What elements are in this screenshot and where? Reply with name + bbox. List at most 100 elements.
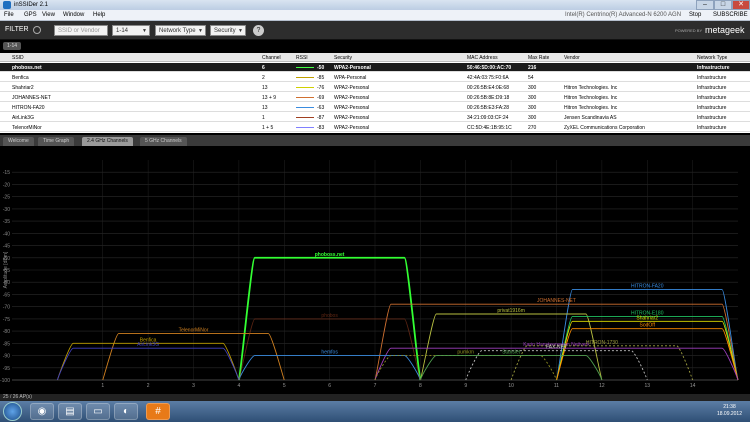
adapter-select[interactable]: Intel(R) Centrino(R) Advanced-N 6200 AGN [565,12,681,18]
col-channel[interactable]: Channel [262,55,281,61]
help-icon[interactable]: ? [253,25,264,36]
cell-rssi: -69 [317,95,325,101]
table-row[interactable]: JOHANNES-NET 13 + 9 -69 WPA2-Personal 00:26:… [0,93,750,102]
x-tick-label: 9 [464,383,467,389]
cell-type: Infrastructure [697,65,730,71]
cell-rssi: -76 [317,85,325,91]
cell-mac: 00:26:5B:E4:0E:68 [467,85,509,91]
series-label: phoboss.net [315,252,345,258]
col-rssi[interactable]: RSSI [296,55,308,61]
cell-type: Infrastructure [697,75,727,81]
col-vendor[interactable]: Vendor [564,55,580,61]
col-security[interactable]: Security [334,55,352,61]
cell-rssi: -83 [317,125,325,131]
menu-view[interactable]: View [42,12,55,18]
x-tick-label: 8 [419,383,422,389]
tab-5ghz-channels[interactable]: 5 GHz Channels [140,137,187,146]
series-label: Stanslet [502,350,521,356]
y-tick-label: -80 [3,329,10,335]
cell-ssid: AirLink3G [12,115,34,121]
cell-security: WPA2-Personal [334,95,370,101]
table-row[interactable]: HITRON-FA20 13 -63 WPA2-Personal 00:26:5B:E3… [0,103,750,112]
x-tick-label: 3 [192,383,195,389]
tab-24ghz-channels[interactable]: 2.4 GHz Channels [82,137,133,146]
y-tick-label: -100 [0,378,10,384]
series-label: privat1916m [497,308,525,314]
security-select[interactable]: Security ▼ [210,25,246,36]
menu-gps[interactable]: GPS [24,12,37,18]
close-button[interactable]: ✕ [732,0,750,10]
cell-type: Infrastructure [697,95,727,101]
y-tick-label: -35 [3,219,10,225]
stop-button[interactable]: Stop [689,12,701,18]
y-tick-label: -70 [3,305,10,311]
folder-taskbar-icon[interactable]: ▭ [86,403,110,420]
start-button[interactable] [3,402,22,421]
rssi-sparkline [296,117,314,118]
cell-vendor: Hitron Technologies. Inc [564,105,618,111]
y-tick-label: -90 [3,354,10,360]
table-row[interactable]: AirLink3G 1 -87 WPA2-Personal 34:21:09:03:CF… [0,113,750,122]
rssi-sparkline [296,97,314,98]
network-taskbar-icon[interactable]: ◐ [114,403,138,420]
ssid-search-input[interactable]: SSID or Vendor [54,25,108,36]
tab-time-graph[interactable]: Time Graph [38,137,75,146]
filter-label: FILTER [5,26,29,33]
cell-type: Infrastructure [697,105,727,111]
y-tick-label: -25 [3,195,10,201]
filter-bar: FILTER SSID or Vendor 1-14 ▼ Network Type… [0,21,750,40]
col-network-type[interactable]: Network Type [697,55,727,61]
explorer-taskbar-icon[interactable]: ▤ [58,403,82,420]
series-label: HITRON-1730 [586,340,618,346]
menu-window[interactable]: Window [63,12,84,18]
menu-file[interactable]: File [4,12,14,18]
series-label: Shahriar2 [636,315,658,321]
menu-help[interactable]: Help [93,12,105,18]
filter-toggle-icon[interactable] [33,26,41,34]
y-tick-label: -40 [3,231,10,237]
cell-security: WPA-Personal [334,75,367,81]
channel-filter-select[interactable]: 1-14 ▼ [112,25,150,36]
cell-channel: 13 [262,85,268,91]
table-row[interactable]: Shahriar2 13 -76 WPA2-Personal 00:26:5B:E4:0… [0,83,750,92]
system-clock: 21:38 18.09.2012 [717,404,742,418]
app-icon [3,1,11,9]
x-tick-label: 14 [690,383,696,389]
subscribe-link[interactable]: SUBSCRIBE [713,12,748,18]
y-tick-label: -45 [3,244,10,250]
table-row[interactable]: TelenorMiNor 1 + 5 -83 WPA2-Personal CC:5D:4… [0,123,750,132]
channel-chart: -15 -20 -25 -30 -35 -40 -45 -50 -55 -60 -65 -70 -75-… [0,146,750,394]
minimize-button[interactable]: – [696,0,714,10]
y-tick-label: -85 [3,341,10,347]
active-filter-chip[interactable]: 1-14 [3,42,22,50]
cell-rate: 54 [528,75,534,81]
table-row[interactable]: Benfica 2 -85 WPA-Personal 42:4A:03:75:F0:6A… [0,73,750,82]
cell-vendor: Hitron Technologies. Inc [564,95,618,101]
series-label: pumkrn [457,350,474,356]
cell-ssid: phoboss.net [12,65,42,71]
maximize-button[interactable]: □ [714,0,732,10]
cell-vendor: Hitron Technologies. Inc [564,85,618,91]
cell-channel: 1 [262,115,265,121]
tab-bar: Welcome Time Graph 2.4 GHz Channels 5 GH… [0,135,750,146]
col-mac[interactable]: MAC Address [467,55,498,61]
inssider-taskbar-icon[interactable]: # [146,403,170,420]
cell-ssid: Benfica [12,75,29,81]
table-row[interactable]: phoboss.net 6 -50 WPA2-Personal 50:46:5D:00:… [0,63,750,72]
cell-channel: 1 + 5 [262,125,274,131]
col-ssid[interactable]: SSID [12,55,24,61]
clock-date: 18.09.2012 [716,411,742,417]
rssi-sparkline [296,107,314,108]
cell-rssi: -85 [317,75,325,81]
series-label: phobos [321,313,338,319]
x-tick-label: 11 [554,383,559,389]
tab-welcome[interactable]: Welcome [3,137,34,146]
cell-rate: 300 [528,95,537,101]
series-label: SodOff [640,323,656,329]
col-max-rate[interactable]: Max Rate [528,55,549,61]
firefox-taskbar-icon[interactable]: ◉ [30,403,54,420]
x-tick-label: 2 [147,383,150,389]
network-type-select[interactable]: Network Type ▼ [155,25,206,36]
series-label: JOHANNES-NET [537,298,576,304]
x-tick-label: 4 [237,383,240,389]
